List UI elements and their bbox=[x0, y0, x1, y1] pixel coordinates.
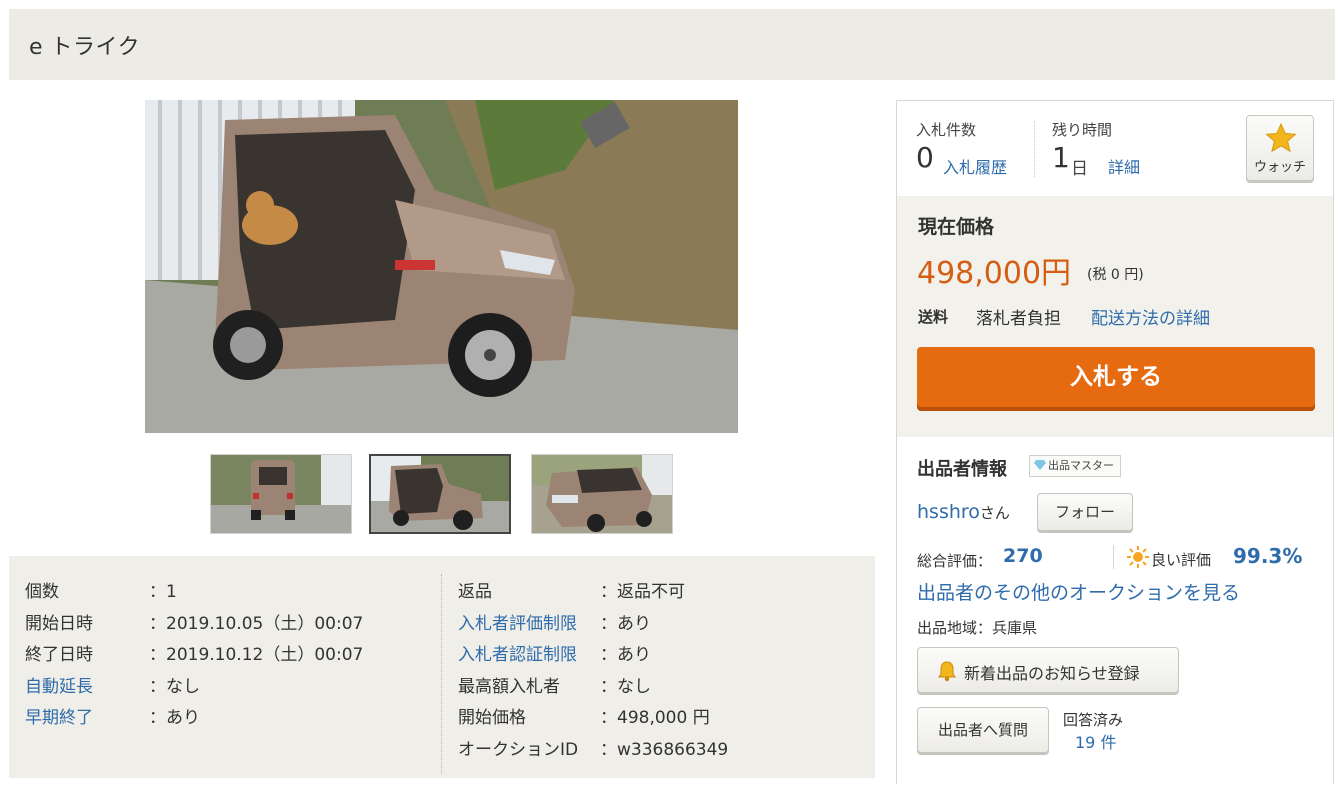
seller-other-auctions-link[interactable]: 出品者のその他のオークションを見る bbox=[917, 578, 1240, 605]
info-label: 個数 bbox=[25, 582, 59, 602]
new-listing-notify-button[interactable]: 新着出品のお知らせ登録 bbox=[917, 647, 1179, 693]
good-rating-value: 99.3% bbox=[1233, 544, 1303, 568]
star-icon bbox=[1265, 122, 1297, 153]
notify-label: 新着出品のお知らせ登録 bbox=[964, 664, 1140, 683]
page-title: e トライク bbox=[29, 35, 141, 60]
time-left-unit: 日 bbox=[1071, 159, 1088, 179]
place-bid-button[interactable]: 入札する bbox=[917, 347, 1315, 407]
info-label: 終了日時 bbox=[25, 645, 93, 665]
bidder-rating-limit-link[interactable]: 入札者評価制限 bbox=[458, 609, 577, 634]
auction-info-table: 個数 ：1 開始日時 ：2019.10.05（土）00:07 終了日時 ：201… bbox=[9, 556, 875, 778]
answered-count-link[interactable]: 19 件 bbox=[1075, 729, 1116, 753]
tax-note: (税 0 円) bbox=[1087, 267, 1144, 283]
title-bar: e トライク bbox=[9, 9, 1335, 80]
bell-icon bbox=[938, 661, 956, 682]
info-value: ：w336866349 bbox=[600, 740, 729, 760]
seller-honorific: さん bbox=[979, 504, 1010, 522]
info-label: 開始日時 bbox=[25, 614, 93, 634]
bid-count-label: 入札件数 bbox=[916, 121, 977, 139]
seller-region: 出品地域：兵庫県 bbox=[917, 619, 1038, 637]
thumbnail-front-image bbox=[532, 455, 672, 533]
info-label: 最高額入札者 bbox=[458, 677, 560, 697]
bid-count-value: 0 bbox=[916, 141, 934, 174]
total-rating-label: 総合評価： bbox=[917, 552, 993, 570]
info-value: ：返品不可 bbox=[600, 582, 685, 602]
early-end-link[interactable]: 早期終了 bbox=[25, 703, 93, 728]
shipping-method-link[interactable]: 配送方法の詳細 bbox=[1091, 304, 1210, 329]
thumbnail-rear-image bbox=[211, 455, 351, 533]
info-value: ：なし bbox=[600, 677, 651, 697]
thumbnail-front[interactable] bbox=[531, 454, 673, 534]
info-value: ：2019.10.12（土）00:07 bbox=[149, 645, 364, 665]
current-price-value: 498,000円 bbox=[917, 256, 1072, 291]
info-label: オークションID bbox=[458, 740, 579, 760]
info-label: 開始価格 bbox=[458, 708, 526, 728]
info-value: ：あり bbox=[600, 645, 651, 665]
info-label: 返品 bbox=[458, 582, 492, 602]
info-value: ：2019.10.05（土）00:07 bbox=[149, 614, 364, 634]
good-rating-label: 良い評価 bbox=[1151, 551, 1212, 569]
info-value: ：498,000 円 bbox=[600, 708, 710, 728]
total-rating-value[interactable]: 270 bbox=[1003, 545, 1043, 567]
badge-label: 出品マスター bbox=[1048, 459, 1114, 472]
watch-label: ウォッチ bbox=[1253, 160, 1306, 175]
time-left-label: 残り時間 bbox=[1052, 121, 1113, 139]
time-detail-link[interactable]: 詳細 bbox=[1108, 154, 1140, 178]
sun-icon bbox=[1127, 546, 1149, 568]
thumbnail-side[interactable] bbox=[369, 454, 511, 534]
info-value: ：あり bbox=[149, 708, 200, 728]
thumbnail-rear[interactable] bbox=[210, 454, 352, 534]
shipping-label: 送料 bbox=[918, 308, 949, 326]
time-left-value: 1 bbox=[1052, 141, 1070, 174]
thumbnail-side-image bbox=[371, 456, 509, 532]
seller-master-badge: 出品マスター bbox=[1029, 455, 1121, 477]
ask-seller-button[interactable]: 出品者へ質問 bbox=[917, 707, 1049, 753]
header-divider bbox=[1034, 121, 1035, 177]
seller-info-title: 出品者情報 bbox=[917, 459, 1007, 480]
follow-button[interactable]: フォロー bbox=[1037, 493, 1133, 531]
shipping-value: 落札者負担 bbox=[976, 309, 1061, 329]
seller-info-box: 出品者情報 出品マスター hsshroさん フォロー 総合評価： 270 良い評… bbox=[897, 437, 1333, 785]
main-product-image[interactable] bbox=[145, 100, 738, 433]
watch-button[interactable]: ウォッチ bbox=[1246, 115, 1314, 181]
seller-name-link[interactable]: hsshro bbox=[917, 501, 980, 523]
bid-status-header: 入札件数 0 入札履歴 残り時間 1 日 詳細 ウォッチ bbox=[897, 101, 1333, 197]
bidder-verify-limit-link[interactable]: 入札者認証制限 bbox=[458, 640, 577, 665]
info-value: ：なし bbox=[149, 677, 200, 697]
info-divider bbox=[441, 574, 442, 774]
auto-extend-link[interactable]: 自動延長 bbox=[25, 672, 93, 697]
bid-side-panel: 入札件数 0 入札履歴 残り時間 1 日 詳細 ウォッチ 現在価格 498,00… bbox=[896, 100, 1334, 785]
current-price-title: 現在価格 bbox=[918, 216, 995, 238]
bid-history-link[interactable]: 入札履歴 bbox=[943, 154, 1007, 178]
car-photo-illustration bbox=[145, 100, 738, 433]
info-value: ：1 bbox=[149, 582, 177, 602]
answered-label: 回答済み bbox=[1063, 711, 1124, 729]
info-value: ：あり bbox=[600, 614, 651, 634]
rating-divider bbox=[1113, 545, 1114, 569]
seller-name-line: hsshroさん bbox=[917, 501, 1010, 523]
diamond-icon bbox=[1034, 460, 1046, 470]
